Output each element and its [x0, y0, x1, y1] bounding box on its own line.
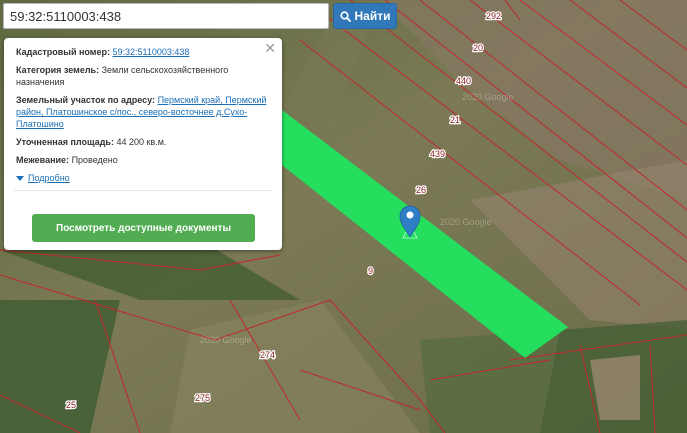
search-button[interactable]: Найти	[333, 3, 397, 29]
survey-value: Проведено	[71, 155, 118, 165]
parcel-label-25: 25	[66, 400, 76, 410]
parcel-label-26: 26	[416, 185, 426, 195]
cadastral-search-input[interactable]	[3, 3, 329, 29]
search-button-label: Найти	[354, 9, 391, 23]
parcel-label-275: 275	[195, 393, 210, 403]
cadastral-number-label: Кадастровый номер:	[16, 47, 110, 57]
area-label: Уточненная площадь:	[16, 137, 114, 147]
address-label: Земельный участок по адресу:	[16, 95, 156, 105]
land-category-row: Категория земель: Земли сельскохозяйстве…	[16, 64, 270, 88]
search-bar: Найти	[3, 3, 397, 29]
view-documents-button[interactable]: Посмотреть доступные документы	[32, 214, 255, 242]
cadastral-number-row: Кадастровый номер: 59:32:5110003:438	[16, 46, 270, 58]
search-icon	[339, 10, 351, 22]
survey-label: Межевание:	[16, 155, 70, 165]
details-link[interactable]: Подробно	[28, 172, 70, 184]
svg-text:2020 Google: 2020 Google	[462, 92, 514, 102]
area-value: 44 200 кв.м.	[116, 137, 167, 147]
parcel-label-20: 20	[473, 43, 483, 53]
parcel-label-440: 440	[456, 76, 471, 86]
cadastral-number-link[interactable]: 59:32:5110003:438	[112, 47, 189, 57]
parcel-label-21: 21	[450, 115, 460, 125]
svg-text:2020 Google: 2020 Google	[440, 217, 492, 227]
survey-row: Межевание: Проведено	[16, 154, 270, 166]
popup-divider	[14, 190, 272, 191]
details-toggle[interactable]: Подробно	[16, 172, 270, 184]
parcel-label-274: 274	[260, 350, 275, 360]
close-icon[interactable]: ✕	[264, 41, 276, 55]
svg-text:2020 Google: 2020 Google	[200, 335, 252, 345]
parcel-label-292: 292	[486, 11, 501, 21]
land-category-label: Категория земель:	[16, 65, 100, 75]
caret-down-icon	[16, 175, 24, 181]
area-row: Уточненная площадь: 44 200 кв.м.	[16, 136, 270, 148]
parcel-info-popup: ✕ Кадастровый номер: 59:32:5110003:438 К…	[4, 38, 282, 250]
parcel-label-9: 9	[368, 266, 373, 276]
address-row: Земельный участок по адресу: Пермский кр…	[16, 94, 270, 130]
parcel-label-439: 439	[430, 149, 445, 159]
